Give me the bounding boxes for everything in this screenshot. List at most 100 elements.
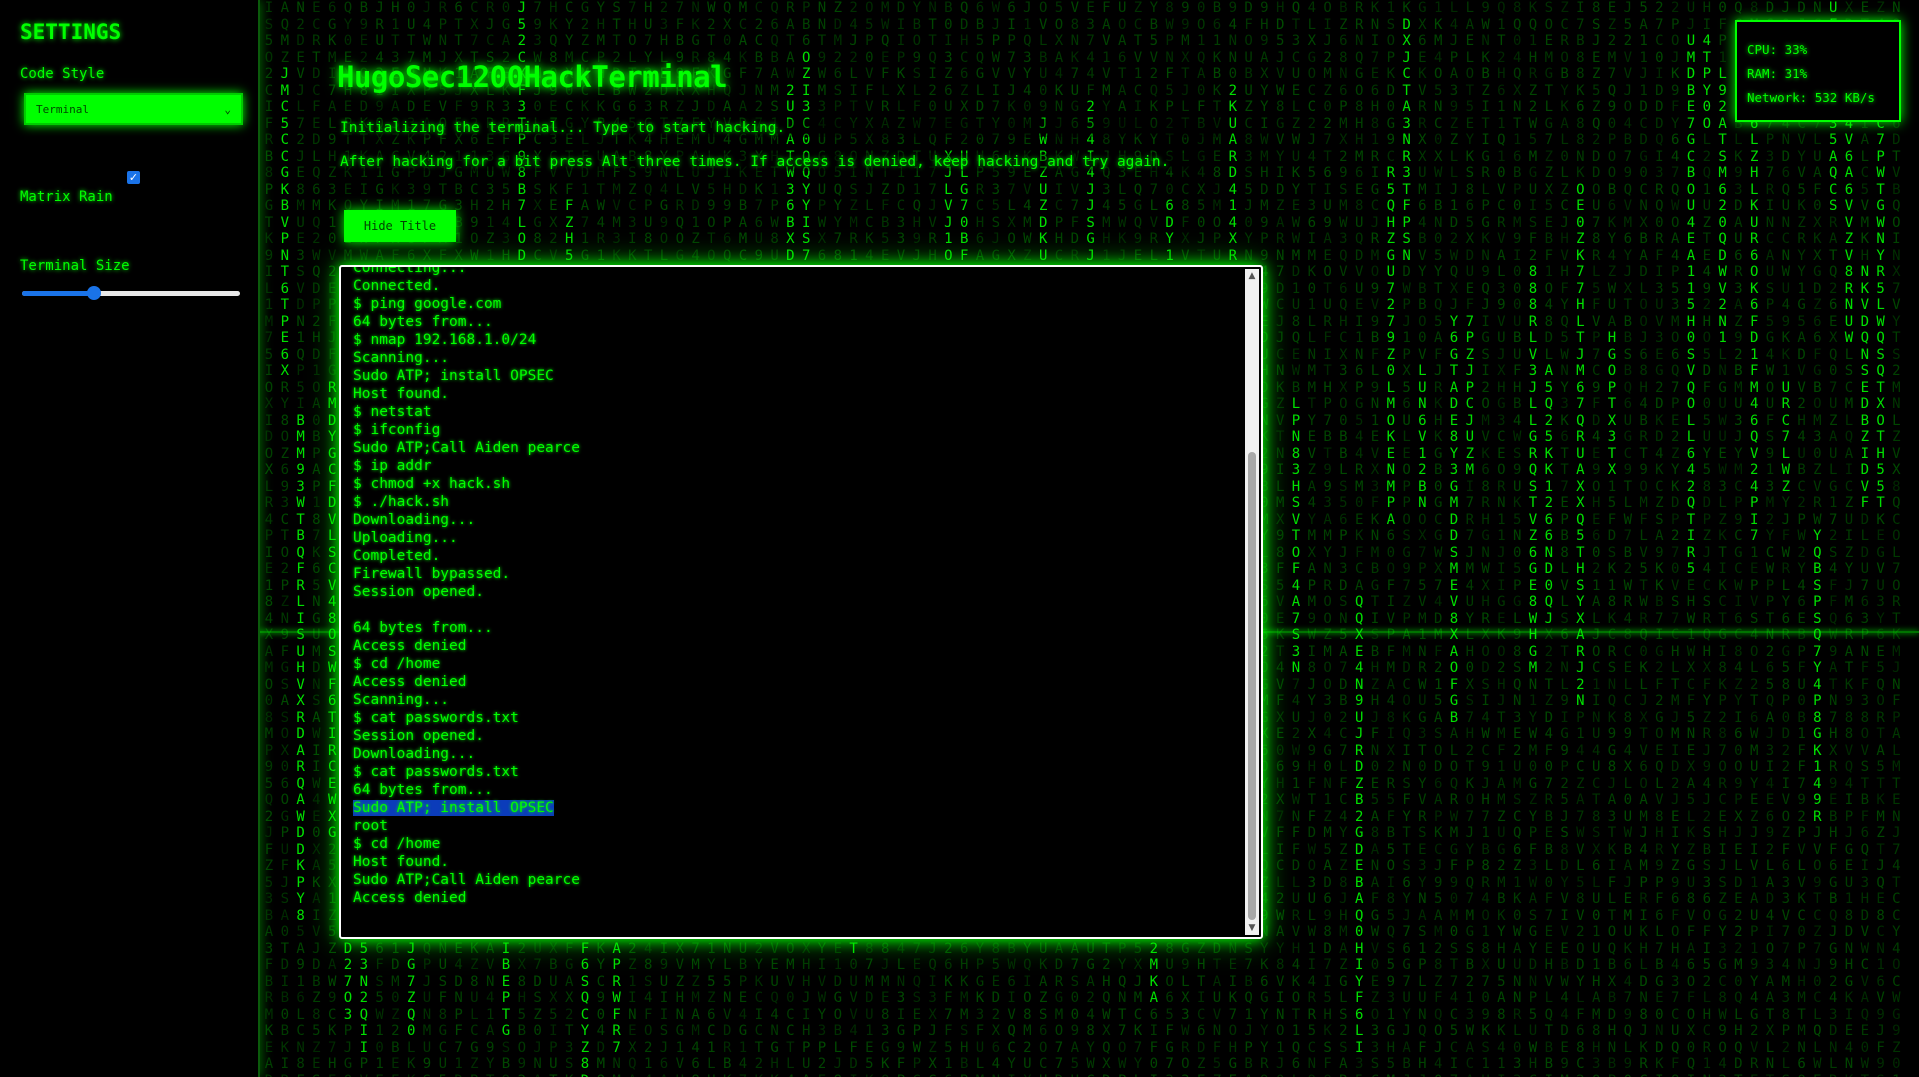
terminal-line: Access denied bbox=[353, 638, 467, 654]
terminal-line: Access denied bbox=[353, 890, 467, 906]
matrix-column: QT3CUELZWUKYEWWMD1U8QEWBLPN83HSVTOF4A7S3… bbox=[1291, 0, 1301, 1077]
scrollbar-thumb[interactable] bbox=[1248, 452, 1256, 920]
terminal-line: Firewall bypassed. bbox=[353, 566, 511, 582]
settings-sidebar: SETTINGS Code Style Terminal ⌄ ✓ Matrix … bbox=[0, 0, 260, 1077]
matrix-column: KNI7E6H81RIGCJRMO9V9BFL9N1EVX3FKNMBGTISB… bbox=[1370, 0, 1380, 1077]
slider-fill bbox=[22, 291, 94, 296]
matrix-column: D6YUBWM7P37RINCAUSP5G4WOUFS913M2YCWPPTN2… bbox=[1765, 0, 1775, 1077]
terminal-line: $ ifconfig bbox=[353, 422, 441, 438]
matrix-column: Z4I3SG8C7PWTGWNYR5LWQSQTXOTH55TKEGVU3Y6E… bbox=[1876, 0, 1885, 1077]
terminal-line: 64 bytes from... bbox=[353, 782, 493, 798]
matrix-rain-checkbox[interactable]: ✓ bbox=[127, 171, 140, 184]
matrix-column: L4JPA39ZZLLJ1D2WQXJY6GTADE8Y3GMDDSMEV8XA… bbox=[1449, 0, 1459, 1077]
matrix-column: 4LXGOCC2J45T36IMK01LLNMMTYEVZA4YMXAPM9WI… bbox=[1307, 0, 1317, 1077]
matrix-column: QGUK6YEBLK93DAU6R3AZ92BMU3JYMCP9CGCWI6C8… bbox=[1734, 0, 1743, 1077]
scroll-down-arrow-icon[interactable]: ▼ bbox=[1245, 921, 1259, 935]
terminal-line: Access denied bbox=[353, 674, 467, 690]
ram-stat: RAM: 31% bbox=[1747, 66, 1808, 81]
intro-line-1: Initializing the terminal... Type to sta… bbox=[340, 119, 1220, 137]
terminal-line: $ cd /home bbox=[353, 836, 441, 852]
settings-title: SETTINGS bbox=[20, 20, 122, 44]
terminal-window[interactable]: Connecting... Connected. $ ping google.com… bbox=[339, 265, 1263, 939]
cpu-stat: CPU: 33% bbox=[1747, 42, 1808, 57]
matrix-column: 8SJEZ5ZQ2DDOU78RL5FVP7C9FD4E9OHE6021ALJO… bbox=[1591, 0, 1601, 1077]
terminal-line: 64 bytes from... bbox=[353, 314, 493, 330]
matrix-column: HD5JVW8GVYIDZARN7DCJJCNKZVTNILMX98F5VEKT… bbox=[1275, 0, 1285, 1077]
terminal-line: $ chmod +x hack.sh bbox=[353, 476, 511, 492]
matrix-column: 27C0IDDDQI3RQ0RFI3UV3EG2DKD4KCZSA9KKB7IG… bbox=[1655, 0, 1664, 1077]
matrix-column: KDXJCTA3NR3TFPSNDWPJ1PX56ULEOPPOSG97ZPAM… bbox=[1402, 0, 1411, 1077]
code-style-label: Code Style bbox=[20, 66, 105, 82]
terminal-line: Host found. bbox=[353, 386, 450, 402]
terminal-line: Completed. bbox=[353, 548, 441, 564]
matrix-column: IS5O2CIFRB8PGTK9IL1M75IOXIDOXLR4PIE184XA… bbox=[264, 0, 274, 1077]
terminal-line: 64 bytes from... bbox=[353, 620, 493, 636]
terminal-line: Sudo ATP;Call Aiden pearce bbox=[353, 440, 580, 456]
matrix-column: 6GKMI7AL9HZ3K10V2EPFJFGRMDYGCFDVLSCV48OS… bbox=[327, 0, 337, 1077]
terminal-line: Session opened. bbox=[353, 584, 484, 600]
matrix-column: HI4TPY0OL2Q1UZTE492HO5DF05UY58DPZJ4CSRQH… bbox=[1702, 0, 1712, 1077]
matrix-column: J52VVJO4B79QVM6YJXTBBSBQ6UGC9TLW7B2WR48C… bbox=[1623, 0, 1633, 1077]
terminal-line: $ cat passwords.txt bbox=[353, 710, 519, 726]
matrix-column: XDY84OE4V6A6VVZV8RNUWLSCMLQAICZUIZYJM6RA… bbox=[1844, 0, 1854, 1077]
matrix-column: 8Q04QXNT16BP0M9I000UBUFHB4WS9UK5N05PGL98… bbox=[1512, 0, 1522, 1077]
terminal-line: Scanning... bbox=[353, 692, 450, 708]
terminal-line: Host found. bbox=[353, 854, 450, 870]
matrix-column: OIJ2MZ027T6IU9AEOTURFITHP7BT993AMYNROOZM… bbox=[1323, 0, 1332, 1077]
matrix-column: 1SOPKD0G9CR5QHZGU7279Z0LMOKENMPA60OFIVPF… bbox=[1386, 0, 1396, 1077]
matrix-rain-label: Matrix Rain bbox=[20, 189, 113, 205]
terminal-line: Sudo ATP; install OPSEC bbox=[353, 368, 554, 384]
page-title: HugoSec1200HackTerminal bbox=[337, 60, 728, 94]
matrix-column: LAELOT5EYKS865XDUEF7PZJPCJUZMI7R7JM4UYLH… bbox=[1465, 0, 1475, 1077]
matrix-column: 8M14IDY6LZHLKUR6OK6FD1FM46QV24PI71EPVS4O… bbox=[1749, 0, 1759, 1077]
matrix-column: UFRQHFF35AQCSRATQ26EXQ07UZAULG172S4FFQW9… bbox=[1828, 0, 1838, 1077]
terminal-line: $ ip addr bbox=[353, 458, 432, 474]
matrix-column: N2DEVJL72JE8MUE3SVDN1QP5IBMM93WTBQFRLISU… bbox=[296, 0, 305, 1077]
terminal-size-slider[interactable] bbox=[22, 286, 240, 300]
terminal-line: Session opened. bbox=[353, 728, 484, 744]
slider-thumb[interactable] bbox=[86, 286, 101, 300]
matrix-column: 9WNKBZITIGRLPGKN9QJIGSI2OMVK68RHGNWXHRXO… bbox=[1481, 0, 1490, 1077]
intro-line-2: After hacking for a bit press Alt three … bbox=[340, 153, 1200, 171]
terminal-line: $ cat passwords.txt bbox=[353, 764, 519, 780]
terminal-line: Connecting... bbox=[353, 265, 467, 276]
terminal-line: $ nmap 192.168.1.0/24 bbox=[353, 332, 537, 348]
terminal-line: root bbox=[353, 818, 388, 834]
terminal-line: Downloading... bbox=[353, 512, 476, 528]
matrix-column: ECRTDCFEDLQ6MQ2WQDP2HD1OA0BPAP187K65NGUM… bbox=[312, 0, 321, 1077]
matrix-column: NQQM8AJ6DTVBQOINX7VYTS2MNLZVX8QCOL7ORTKM… bbox=[1892, 0, 1901, 1077]
matrix-column: ETVPSNBIALC5VMKHNKVDQNSEDBZIDVFDLDU763PN… bbox=[1860, 0, 1870, 1077]
terminal-size-label: Terminal Size bbox=[20, 258, 130, 274]
terminal-line: $ ./hack.sh bbox=[353, 494, 450, 510]
chevron-down-icon: ⌄ bbox=[224, 102, 231, 116]
matrix-column: AQMZJMC5CCGKBVPNT6TPE6XRY8OZ693CTO2PZN9F… bbox=[280, 0, 290, 1077]
matrix-column: DJXOZKRCVYV5KZRYY1G5ADVV2H4UBC2PW2Y46EBP… bbox=[1797, 0, 1806, 1077]
terminal-line: Connected. bbox=[353, 278, 441, 294]
matrix-column: Q1T2H611Q10VCRVAL39VUJXHG3CEORN11JIIGEKO… bbox=[1497, 0, 1506, 1077]
matrix-column: NCKIBR47LUAF0XKXGDZ66FGBOM30ZVRWYQBSPSQ7… bbox=[1813, 0, 1822, 1077]
matrix-column: EZ2M7Q90POOB6KY4ZWUAHGOPTX3TX15FDSK18KCR… bbox=[1607, 0, 1617, 1077]
matrix-column: 5A11J1DCDG0CNXBADLOOJ68H4BRT9OMFLV5TWRQ0… bbox=[1639, 0, 1648, 1077]
terminal-line: Uploading... bbox=[353, 530, 458, 546]
scroll-up-arrow-icon[interactable]: ▲ bbox=[1245, 269, 1259, 283]
matrix-column: RRNQGO8HHM6E8UQDVUEI1N6PG544RM0EKFCAQQXE… bbox=[1354, 0, 1364, 1077]
matrix-column: 2POJK9FY647QWOA4P53MO6Q7PE2ZYKDP270VS7CH… bbox=[1670, 0, 1680, 1077]
matrix-column: SOEMGTLG7ZZX5EBF1O48DLA5Q25KK1266ND0QJX2… bbox=[1544, 0, 1554, 1077]
terminal-scrollbar[interactable]: ▲ ▼ bbox=[1245, 269, 1259, 935]
system-stats-panel: CPU: 33% RAM: 31% Network: 532 KB/s bbox=[1735, 20, 1901, 122]
terminal-line: $ cd /home bbox=[353, 656, 441, 672]
matrix-column: ZCROBYKAL0LZCJHVHFYQ5WNY3K6TT7EPB8LVLS6T… bbox=[1560, 0, 1569, 1077]
hide-title-button[interactable]: Hide Title bbox=[344, 210, 456, 242]
code-style-select[interactable]: Terminal ⌄ bbox=[24, 93, 243, 125]
terminal-line: $ netstat bbox=[353, 404, 432, 420]
matrix-column: 0FP1L92ATSM620QDWV2N1LNGUWUEW3LZKTIKCTGI… bbox=[1718, 0, 1727, 1077]
terminal-line: Sudo ATP;Call Aiden pearce bbox=[353, 872, 580, 888]
terminal-line: Downloading... bbox=[353, 746, 476, 762]
matrix-column: UJUMDBE7GCBOU4EA115H0SVQOLL642QTIR5EHW1W… bbox=[1686, 0, 1696, 1077]
terminal-line: Sudo ATP; install OPSEC bbox=[353, 800, 554, 816]
matrix-column: J0T17SV4ND6QUNCNWU49KK1URC7LWZYJFWRLY6RG… bbox=[1781, 0, 1791, 1077]
network-stat: Network: 532 KB/s bbox=[1747, 90, 1875, 105]
terminal-line: Scanning... bbox=[353, 350, 450, 366]
terminal-output: Connecting... Connected. $ ping google.com… bbox=[353, 265, 580, 907]
